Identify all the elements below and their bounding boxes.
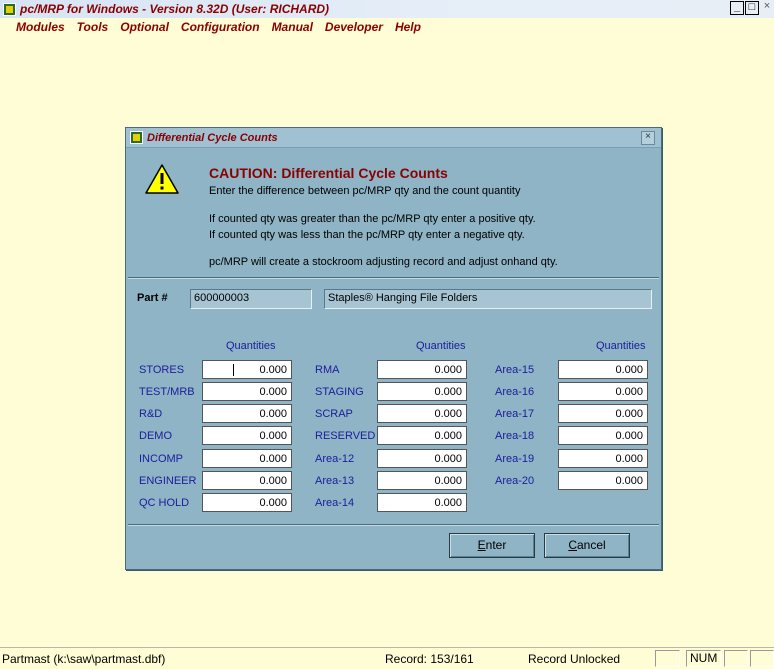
instruction-line: Enter the difference between pc/MRP qty …	[209, 185, 521, 197]
dialog-app-icon	[130, 131, 143, 144]
caution-heading: CAUTION: Differential Cycle Counts	[209, 165, 448, 181]
qty-input-stores[interactable]: 0.000	[202, 360, 292, 379]
part-number-label: Part #	[137, 292, 168, 304]
qty-input-area-13[interactable]: 0.000	[377, 471, 467, 490]
location-label: SCRAP	[315, 408, 353, 420]
part-number-field: 600000003	[190, 289, 312, 309]
dialog-close-button[interactable]: ×	[641, 131, 655, 145]
qty-input-r-and-d[interactable]: 0.000	[202, 404, 292, 423]
qty-input-engineer[interactable]: 0.000	[202, 471, 292, 490]
location-label: Area-19	[495, 453, 535, 465]
location-label: QC HOLD	[139, 497, 190, 509]
status-cell	[655, 650, 680, 667]
window-title: pc/MRP for Windows - Version 8.32D (User…	[20, 2, 330, 16]
quantities-header: Quantities	[596, 340, 646, 352]
warning-icon	[145, 164, 179, 194]
qty-input-area-16[interactable]: 0.000	[558, 382, 648, 401]
location-label: Area-14	[315, 497, 355, 509]
enter-button[interactable]: Enter	[449, 533, 535, 558]
qty-input-staging[interactable]: 0.000	[377, 382, 467, 401]
qty-input-area-20[interactable]: 0.000	[558, 471, 648, 490]
location-label: ENGINEER	[139, 475, 197, 487]
qty-input-reserved[interactable]: 0.000	[377, 426, 467, 445]
location-label: Area-12	[315, 453, 355, 465]
location-label: Area-15	[495, 364, 535, 376]
qty-input-qc-hold[interactable]: 0.000	[202, 493, 292, 512]
maximize-button[interactable]: □	[745, 1, 759, 15]
quantities-header: Quantities	[226, 340, 276, 352]
menu-manual[interactable]: Manual	[272, 20, 313, 34]
status-num: NUM	[686, 650, 721, 667]
qty-input-area-12[interactable]: 0.000	[377, 449, 467, 468]
menu-optional[interactable]: Optional	[120, 20, 169, 34]
status-lock: Record Unlocked	[528, 652, 621, 666]
location-label: RESERVED	[315, 430, 376, 442]
qty-input-area-17[interactable]: 0.000	[558, 404, 648, 423]
dialog-title: Differential Cycle Counts	[147, 131, 278, 144]
window-controls: _ □ ×	[729, 1, 774, 15]
status-cell	[750, 650, 774, 667]
qty-input-area-19[interactable]: 0.000	[558, 449, 648, 468]
qty-input-area-18[interactable]: 0.000	[558, 426, 648, 445]
qty-value: 0.000	[259, 364, 287, 376]
menu-modules[interactable]: Modules	[16, 20, 65, 34]
window-titlebar[interactable]: pc/MRP for Windows - Version 8.32D (User…	[0, 0, 774, 18]
qty-input-area-15[interactable]: 0.000	[558, 360, 648, 379]
location-label: Area-17	[495, 408, 535, 420]
location-label: DEMO	[139, 430, 172, 442]
location-label: STORES	[139, 364, 185, 376]
status-cell	[724, 650, 748, 667]
close-button[interactable]: ×	[760, 1, 774, 15]
location-label: R&D	[139, 408, 163, 420]
menu-configuration[interactable]: Configuration	[181, 20, 260, 34]
app-icon[interactable]	[3, 2, 16, 16]
menu-help[interactable]: Help	[395, 20, 421, 34]
divider	[128, 524, 659, 526]
location-label: STAGING	[315, 386, 364, 398]
status-file: Partmast (k:\saw\partmast.dbf)	[2, 652, 166, 666]
enter-label: nter	[485, 538, 507, 552]
instruction-line: pc/MRP will create a stockroom adjusting…	[209, 256, 558, 268]
qty-input-area-14[interactable]: 0.000	[377, 493, 467, 512]
qty-input-rma[interactable]: 0.000	[377, 360, 467, 379]
text-cursor	[233, 364, 234, 376]
cancel-button[interactable]: Cancel	[544, 533, 630, 558]
location-label: TEST/MRB	[139, 386, 195, 398]
qty-input-demo[interactable]: 0.000	[202, 426, 292, 445]
qty-input-test-mrb[interactable]: 0.000	[202, 382, 292, 401]
location-label: Area-20	[495, 475, 535, 487]
location-label: Area-18	[495, 430, 535, 442]
quantities-header: Quantities	[416, 340, 466, 352]
status-bar: Partmast (k:\saw\partmast.dbf) Record: 1…	[0, 647, 774, 669]
cancel-label: ancel	[576, 538, 606, 552]
menu-tools[interactable]: Tools	[77, 20, 109, 34]
location-label: RMA	[315, 364, 340, 376]
dialog-titlebar[interactable]: Differential Cycle Counts ×	[126, 128, 661, 148]
location-label: INCOMP	[139, 453, 183, 465]
qty-input-incomp[interactable]: 0.000	[202, 449, 292, 468]
instruction-line: If counted qty was greater than the pc/M…	[209, 213, 536, 225]
status-record: Record: 153/161	[385, 652, 474, 666]
menu-bar: Modules Tools Optional Configuration Man…	[0, 18, 774, 36]
instruction-line: If counted qty was less than the pc/MRP …	[209, 229, 525, 241]
location-label: Area-13	[315, 475, 355, 487]
cancel-accelerator: C	[568, 538, 577, 552]
menu-developer[interactable]: Developer	[325, 20, 383, 34]
divider	[128, 277, 659, 279]
part-description-field: Staples® Hanging File Folders	[324, 289, 652, 309]
enter-accelerator: E	[477, 538, 486, 552]
qty-input-scrap[interactable]: 0.000	[377, 404, 467, 423]
differential-cycle-counts-dialog: Differential Cycle Counts × CAUTION: Dif…	[125, 127, 662, 570]
minimize-button[interactable]: _	[730, 1, 744, 15]
location-label: Area-16	[495, 386, 535, 398]
